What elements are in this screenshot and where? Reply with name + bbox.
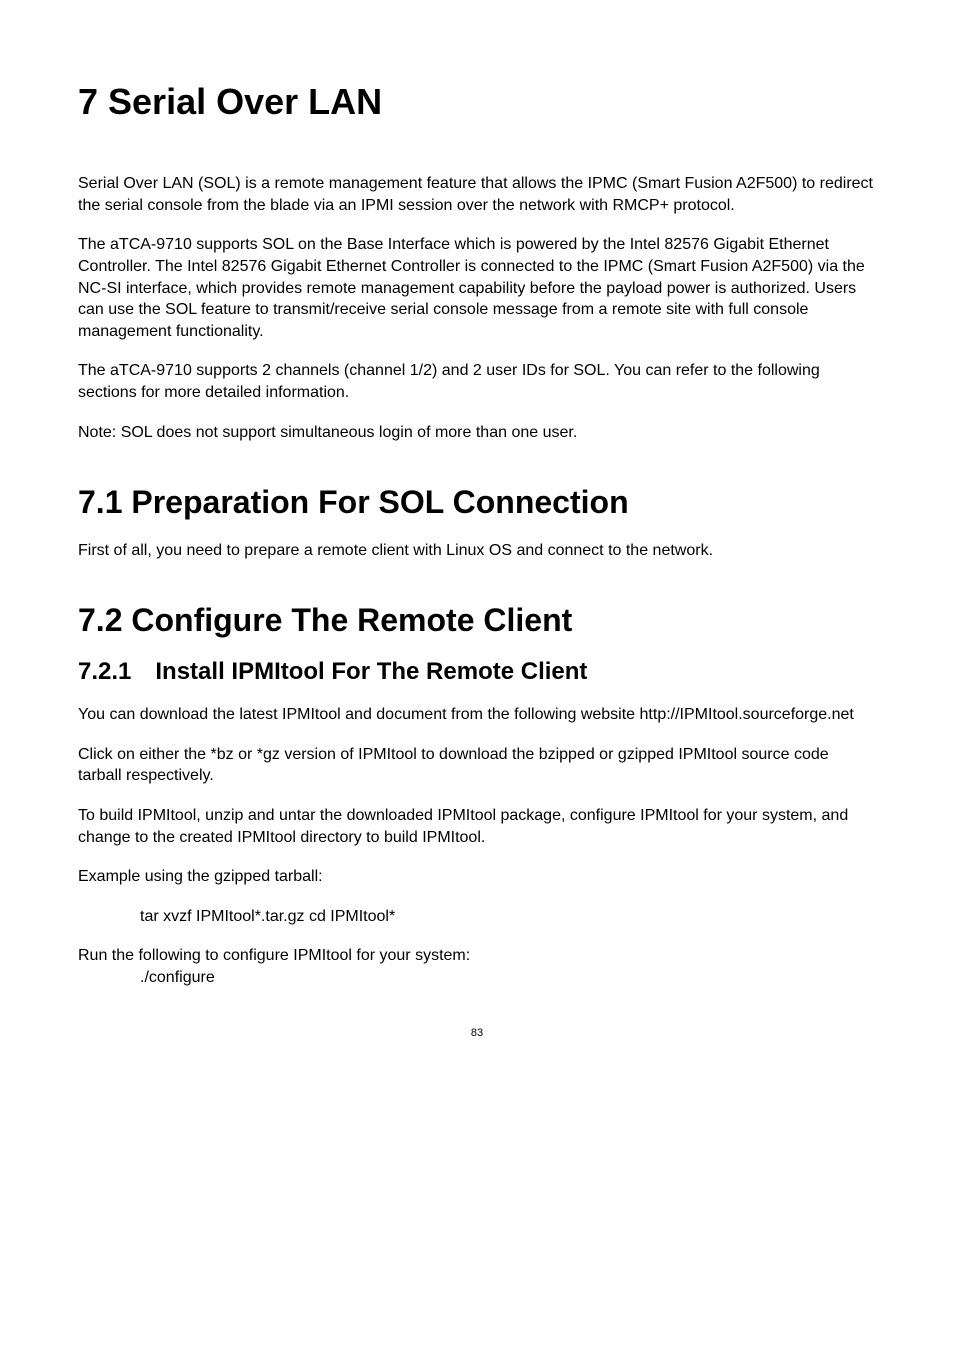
intro-note: Note: SOL does not support simultaneous … xyxy=(78,422,876,444)
intro-paragraph-1: Serial Over LAN (SOL) is a remote manage… xyxy=(78,173,876,216)
section-7-2-1-p1: You can download the latest IPMItool and… xyxy=(78,704,876,726)
section-7-1-paragraph: First of all, you need to prepare a remo… xyxy=(78,540,876,562)
section-7-2-1-heading: 7.2.1 Install IPMItool For The Remote Cl… xyxy=(78,658,876,687)
section-7-2-heading: 7.2 Configure The Remote Client xyxy=(78,601,876,639)
command-line-2: ./configure xyxy=(78,967,876,989)
section-7-2-1-p2: Click on either the *bz or *gz version o… xyxy=(78,744,876,787)
page-number: 83 xyxy=(78,1027,876,1039)
intro-paragraph-2: The aTCA-9710 supports SOL on the Base I… xyxy=(78,234,876,342)
section-7-2-1-p5: Run the following to configure IPMItool … xyxy=(78,945,876,967)
section-7-2-1-p3: To build IPMItool, unzip and untar the d… xyxy=(78,805,876,848)
section-7-2-1-p4: Example using the gzipped tarball: xyxy=(78,866,876,888)
chapter-title: 7 Serial Over LAN xyxy=(78,80,876,123)
section-7-1-heading: 7.1 Preparation For SOL Connection xyxy=(78,483,876,521)
command-line-1: tar xvzf IPMItool*.tar.gz cd IPMItool* xyxy=(78,906,876,928)
intro-paragraph-3: The aTCA-9710 supports 2 channels (chann… xyxy=(78,360,876,403)
